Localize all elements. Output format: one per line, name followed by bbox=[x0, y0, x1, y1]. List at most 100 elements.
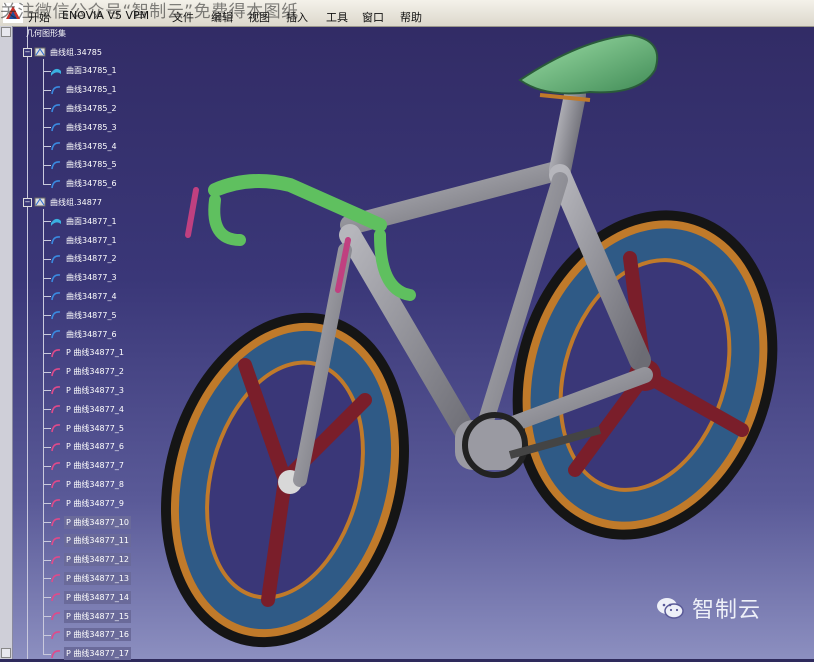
tree-item[interactable]: P 曲线34877_15 bbox=[50, 608, 131, 624]
scroll-up-icon[interactable] bbox=[1, 27, 11, 37]
tree-item-label: 曲面34877_1 bbox=[66, 216, 117, 226]
projection-curve-icon bbox=[51, 649, 61, 658]
tree-item[interactable]: P 曲线34877_6 bbox=[50, 439, 126, 455]
curve-icon bbox=[51, 236, 61, 245]
tree-item[interactable]: 曲线34785_2 bbox=[50, 100, 119, 116]
tree-item-label: 曲线34877_1 bbox=[66, 235, 117, 245]
tree-item-label: P 曲线34877_16 bbox=[64, 628, 131, 642]
surface-icon bbox=[51, 219, 61, 227]
watermark: 智制云 bbox=[656, 592, 761, 624]
tree-item[interactable]: 曲线34877_5 bbox=[50, 307, 119, 323]
projection-curve-icon bbox=[51, 461, 61, 470]
tree-item[interactable]: 曲线34785_1 bbox=[50, 82, 119, 98]
tree-item-label: 曲线34785_1 bbox=[66, 85, 117, 95]
scroll-down-icon[interactable] bbox=[1, 648, 11, 658]
tree-item-label: P 曲线34877_12 bbox=[64, 553, 131, 567]
tree-item[interactable]: P 曲线34877_3 bbox=[50, 382, 126, 398]
projection-curve-icon bbox=[51, 612, 61, 621]
tree-item[interactable]: P 曲线34877_10 bbox=[50, 514, 131, 530]
tree-item-label: 曲线34877_3 bbox=[66, 273, 117, 283]
tree-item-label: 曲面34785_1 bbox=[66, 66, 117, 76]
projection-curve-icon bbox=[51, 386, 61, 395]
tree-item[interactable]: P 曲线34877_11 bbox=[50, 533, 131, 549]
tree-item[interactable]: P 曲线34877_7 bbox=[50, 458, 126, 474]
tree-item[interactable]: 曲线34785_5 bbox=[50, 157, 119, 173]
curve-icon bbox=[51, 85, 61, 94]
curve-icon bbox=[51, 142, 61, 151]
projection-curve-icon bbox=[51, 499, 61, 508]
tree-item[interactable]: P 曲线34877_16 bbox=[50, 627, 131, 643]
projection-curve-icon bbox=[51, 405, 61, 414]
tree-item[interactable]: 曲线34877_1 bbox=[50, 232, 119, 248]
projection-curve-icon bbox=[51, 348, 61, 357]
tree-item-label: 曲线34877_4 bbox=[66, 291, 117, 301]
curve-icon bbox=[51, 179, 61, 188]
tree-item[interactable]: P 曲线34877_14 bbox=[50, 589, 131, 605]
tree-item-label: 曲线34877_5 bbox=[66, 310, 117, 320]
tree-item-label: 曲线34785_3 bbox=[66, 122, 117, 132]
tree-item[interactable]: P 曲线34877_8 bbox=[50, 476, 126, 492]
tree-group-node[interactable]: 曲线组.34785 bbox=[34, 44, 104, 60]
saddle bbox=[518, 33, 659, 102]
tree-item-label: P 曲线34877_1 bbox=[66, 348, 124, 358]
geometric-set-icon bbox=[34, 47, 46, 57]
curve-icon bbox=[51, 123, 61, 132]
tree-group-label: 曲线组.34877 bbox=[50, 197, 102, 207]
tree-item-label: P 曲线34877_8 bbox=[66, 479, 124, 489]
curve-icon bbox=[51, 292, 61, 301]
tree-item[interactable]: P 曲线34877_1 bbox=[50, 345, 126, 361]
tree-item[interactable]: P 曲线34877_9 bbox=[50, 495, 126, 511]
tree-item-label: P 曲线34877_10 bbox=[64, 515, 131, 529]
curve-icon bbox=[51, 311, 61, 320]
projection-curve-icon bbox=[51, 367, 61, 376]
geometric-set-icon bbox=[34, 197, 46, 207]
tree-root-label[interactable]: 几何图形集 bbox=[26, 28, 66, 39]
tree-collapse-toggle[interactable]: − bbox=[23, 48, 32, 57]
curve-icon bbox=[51, 254, 61, 263]
tree-item[interactable]: 曲线34785_4 bbox=[50, 138, 119, 154]
tree-item[interactable]: 曲线34877_6 bbox=[50, 326, 119, 342]
curve-icon bbox=[51, 104, 61, 113]
projection-curve-icon bbox=[51, 518, 61, 527]
tree-item[interactable]: P 曲线34877_5 bbox=[50, 420, 126, 436]
curve-icon bbox=[51, 160, 61, 169]
projection-curve-icon bbox=[51, 593, 61, 602]
projection-curve-icon bbox=[51, 424, 61, 433]
tree-item[interactable]: 曲线34877_3 bbox=[50, 270, 119, 286]
tree-item[interactable]: P 曲线34877_2 bbox=[50, 364, 126, 380]
tree-group-label: 曲线组.34785 bbox=[50, 47, 102, 57]
tree-item-label: P 曲线34877_13 bbox=[64, 571, 131, 585]
tree-item[interactable]: P 曲线34877_12 bbox=[50, 552, 131, 568]
tree-item[interactable]: 曲线34877_2 bbox=[50, 251, 119, 267]
tree-item-label: P 曲线34877_11 bbox=[64, 534, 131, 548]
surface-icon bbox=[51, 68, 61, 76]
tree-item[interactable]: P 曲线34877_4 bbox=[50, 401, 126, 417]
promo-overlay-text: 关注微信公众号“智制云”免费得本图纸 bbox=[0, 2, 299, 22]
tree-item-label: 曲线34785_6 bbox=[66, 179, 117, 189]
tree-item-label: P 曲线34877_7 bbox=[66, 461, 124, 471]
tree-item-label: 曲线34785_4 bbox=[66, 141, 117, 151]
projection-curve-icon bbox=[51, 630, 61, 639]
tree-item[interactable]: 曲线34785_6 bbox=[50, 176, 119, 192]
tree-item[interactable]: P 曲线34877_17 bbox=[50, 646, 131, 662]
tree-item[interactable]: 曲线34785_3 bbox=[50, 119, 119, 135]
tree-item-label: P 曲线34877_5 bbox=[66, 423, 124, 433]
menu-tools[interactable]: 工具 bbox=[326, 9, 348, 25]
curve-icon bbox=[51, 330, 61, 339]
tree-item-label: P 曲线34877_14 bbox=[64, 590, 131, 604]
tree-item[interactable]: 曲面34877_1 bbox=[50, 213, 119, 229]
tree-item-label: P 曲线34877_6 bbox=[66, 442, 124, 452]
projection-curve-icon bbox=[51, 442, 61, 451]
tree-item-label: P 曲线34877_4 bbox=[66, 404, 124, 414]
tree-item[interactable]: 曲面34785_1 bbox=[50, 63, 119, 79]
tree-item-label: 曲线34785_5 bbox=[66, 160, 117, 170]
wechat-icon bbox=[657, 598, 684, 619]
tree-group-node[interactable]: 曲线组.34877 bbox=[34, 194, 104, 210]
menu-help[interactable]: 帮助 bbox=[400, 9, 422, 25]
tree-item[interactable]: P 曲线34877_13 bbox=[50, 570, 131, 586]
tree-collapse-toggle[interactable]: − bbox=[23, 198, 32, 208]
front-wheel bbox=[161, 312, 409, 648]
tree-item[interactable]: 曲线34877_4 bbox=[50, 288, 119, 304]
menu-window[interactable]: 窗口 bbox=[362, 9, 384, 25]
curve-icon bbox=[51, 273, 61, 282]
